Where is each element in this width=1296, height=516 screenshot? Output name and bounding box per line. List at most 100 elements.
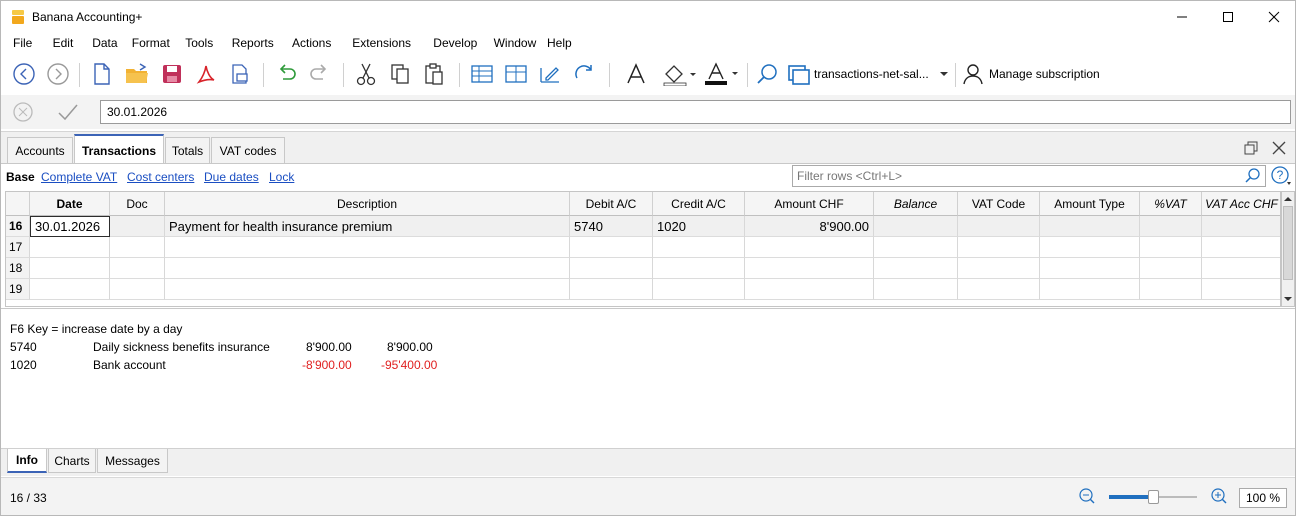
save-button[interactable] xyxy=(157,59,187,89)
menu-file[interactable]: File xyxy=(13,36,32,50)
cell-amount[interactable] xyxy=(745,258,874,279)
menu-window[interactable]: Window xyxy=(494,36,537,50)
cell-vat-code[interactable] xyxy=(958,237,1040,258)
cancel-edit-button[interactable] xyxy=(9,97,37,127)
tab-vat-codes[interactable]: VAT codes xyxy=(211,137,285,164)
cell-balance[interactable] xyxy=(874,216,958,237)
view-complete-vat[interactable]: Complete VAT xyxy=(41,170,117,184)
cell-vat-account[interactable] xyxy=(1202,216,1280,237)
cell-credit-account[interactable] xyxy=(653,237,745,258)
cell-doc[interactable] xyxy=(110,279,165,300)
cell-date[interactable]: 30.01.2026 xyxy=(30,216,110,237)
cell-date[interactable] xyxy=(30,258,110,279)
zoom-slider-thumb[interactable] xyxy=(1148,490,1159,504)
cell-amount[interactable] xyxy=(745,237,874,258)
menu-help[interactable]: Help xyxy=(547,36,572,50)
undo-button[interactable] xyxy=(271,59,301,89)
cell-doc[interactable] xyxy=(110,237,165,258)
view-due-dates[interactable]: Due dates xyxy=(204,170,259,184)
menu-extensions[interactable]: Extensions xyxy=(352,36,411,50)
column-header-vat-percent[interactable]: %VAT xyxy=(1140,192,1202,216)
cell-balance[interactable] xyxy=(874,279,958,300)
close-table-button[interactable] xyxy=(1267,133,1291,163)
cell-debit-account[interactable] xyxy=(570,258,653,279)
menu-develop[interactable]: Develop xyxy=(433,36,477,50)
new-file-button[interactable] xyxy=(87,59,117,89)
tab-accounts[interactable]: Accounts xyxy=(7,137,73,164)
column-header-debit-account[interactable]: Debit A/C xyxy=(570,192,653,216)
cell-balance[interactable] xyxy=(874,258,958,279)
cell-amount[interactable]: 8'900.00 xyxy=(745,216,874,237)
manage-subscription-button[interactable]: Manage subscription xyxy=(961,59,1111,89)
column-header-balance[interactable]: Balance xyxy=(874,192,958,216)
cell-date[interactable] xyxy=(30,237,110,258)
menu-reports[interactable]: Reports xyxy=(232,36,274,50)
view-base[interactable]: Base xyxy=(6,170,35,184)
back-button[interactable] xyxy=(9,59,39,89)
print-preview-button[interactable] xyxy=(225,59,255,89)
confirm-edit-button[interactable] xyxy=(53,97,83,127)
menu-data[interactable]: Data xyxy=(92,36,117,50)
cell-vat-code[interactable] xyxy=(958,258,1040,279)
cut-button[interactable] xyxy=(351,59,381,89)
cell-amount-type[interactable] xyxy=(1040,216,1140,237)
column-header-doc[interactable]: Doc xyxy=(110,192,165,216)
filter-rows-input[interactable]: Filter rows <Ctrl+L> xyxy=(792,165,1266,187)
cell-credit-account[interactable]: 1020 xyxy=(653,216,745,237)
cell-debit-account[interactable]: 5740 xyxy=(570,216,653,237)
recheck-button[interactable] xyxy=(569,59,599,89)
cell-doc[interactable] xyxy=(110,258,165,279)
help-button[interactable]: ? xyxy=(1268,163,1294,189)
cell-amount-type[interactable] xyxy=(1040,258,1140,279)
column-header-date[interactable]: Date xyxy=(30,192,110,216)
text-color-button[interactable] xyxy=(703,59,741,89)
cell-vat-account[interactable] xyxy=(1202,237,1280,258)
cell-description[interactable] xyxy=(165,279,570,300)
cell-date[interactable] xyxy=(30,279,110,300)
copy-button[interactable] xyxy=(385,59,415,89)
cell-credit-account[interactable] xyxy=(653,279,745,300)
cell-amount-type[interactable] xyxy=(1040,237,1140,258)
insert-rows-button[interactable] xyxy=(501,59,531,89)
scrollbar-thumb[interactable] xyxy=(1283,206,1293,280)
column-header-description[interactable]: Description xyxy=(165,192,570,216)
export-pdf-button[interactable] xyxy=(191,59,221,89)
cell-vat-code[interactable] xyxy=(958,279,1040,300)
filter-search-button[interactable] xyxy=(1241,163,1265,189)
row-header-corner[interactable] xyxy=(6,192,30,216)
cell-doc[interactable] xyxy=(110,216,165,237)
cell-description[interactable] xyxy=(165,237,570,258)
zoom-level-field[interactable]: 100 % xyxy=(1239,488,1287,508)
zoom-out-button[interactable] xyxy=(1075,484,1099,508)
redo-button[interactable] xyxy=(305,59,335,89)
cell-vat-percent[interactable] xyxy=(1140,258,1202,279)
cell-description[interactable]: Payment for health insurance premium xyxy=(165,216,570,237)
cell-vat-code[interactable] xyxy=(958,216,1040,237)
menu-tools[interactable]: Tools xyxy=(185,36,213,50)
cell-amount[interactable] xyxy=(745,279,874,300)
cell-vat-percent[interactable] xyxy=(1140,279,1202,300)
view-cost-centers[interactable]: Cost centers xyxy=(127,170,194,184)
font-button[interactable] xyxy=(623,59,649,89)
tab-totals[interactable]: Totals xyxy=(165,137,210,164)
cell-vat-account[interactable] xyxy=(1202,279,1280,300)
forward-button[interactable] xyxy=(43,59,73,89)
open-file-button[interactable] xyxy=(122,59,152,89)
view-lock[interactable]: Lock xyxy=(269,170,294,184)
row-number[interactable]: 16 xyxy=(6,216,30,237)
row-number[interactable]: 18 xyxy=(6,258,30,279)
cell-vat-account[interactable] xyxy=(1202,258,1280,279)
find-button[interactable] xyxy=(753,59,781,89)
cell-description[interactable] xyxy=(165,258,570,279)
column-header-credit-account[interactable]: Credit A/C xyxy=(653,192,745,216)
menu-edit[interactable]: Edit xyxy=(53,36,74,50)
cell-debit-account[interactable] xyxy=(570,279,653,300)
edit-row-button[interactable] xyxy=(535,59,565,89)
column-header-vat-account[interactable]: VAT Acc CHF xyxy=(1202,192,1280,216)
tab-transactions[interactable]: Transactions xyxy=(74,134,164,165)
close-window-button[interactable] xyxy=(1251,1,1296,33)
tab-charts[interactable]: Charts xyxy=(48,449,96,473)
restore-panel-button[interactable] xyxy=(1239,133,1263,163)
cell-balance[interactable] xyxy=(874,237,958,258)
minimize-button[interactable] xyxy=(1159,1,1205,33)
